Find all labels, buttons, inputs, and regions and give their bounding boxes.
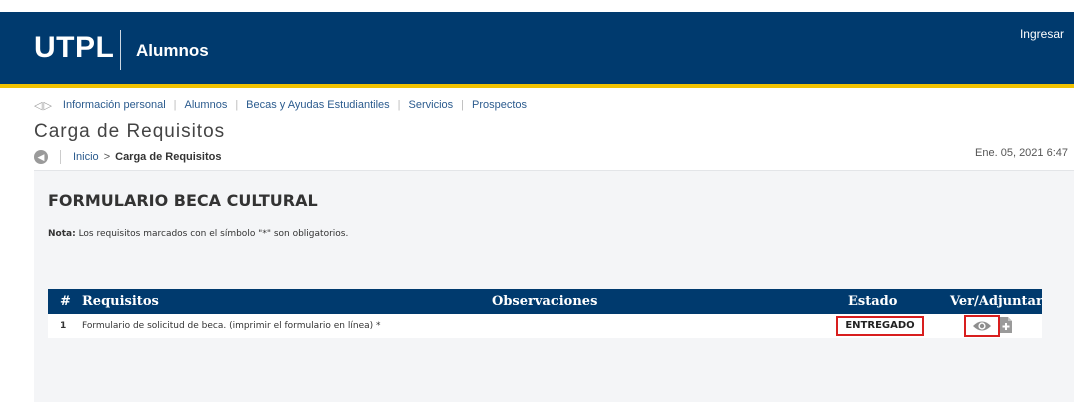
breadcrumb-home[interactable]: Inicio xyxy=(73,151,99,163)
status-badge: ENTREGADO xyxy=(836,316,924,336)
header-estado: Estado xyxy=(848,294,898,309)
note-text: Los requisitos marcados con el símbolo "… xyxy=(75,229,349,239)
view-button[interactable] xyxy=(964,315,1000,337)
top-nav: ◁▷ Información personal | Alumnos | Beca… xyxy=(34,97,527,113)
breadcrumb-divider xyxy=(60,150,61,164)
site-header: UTPL Alumnos Ingresar xyxy=(0,12,1074,88)
row-number: 1 xyxy=(60,321,67,331)
form-panel: FORMULARIO BECA CULTURAL Nota: Los requi… xyxy=(34,170,1074,402)
nav-item-prospectos[interactable]: Prospectos xyxy=(472,99,527,111)
requirements-table: # Requisitos Observaciones Estado Ver/Ad… xyxy=(48,289,1043,338)
nav-separator: | xyxy=(397,99,401,111)
attach-file-icon[interactable] xyxy=(1000,317,1012,333)
header-requisitos: Requisitos xyxy=(82,294,159,309)
breadcrumb-separator: > xyxy=(103,151,111,163)
form-title: FORMULARIO BECA CULTURAL xyxy=(48,191,318,210)
form-note: Nota: Los requisitos marcados con el sím… xyxy=(48,229,348,239)
table-header: # Requisitos Observaciones Estado Ver/Ad… xyxy=(48,289,1043,314)
row-requisito: Formulario de solicitud de beca. (imprim… xyxy=(82,321,381,331)
nav-item-informacion-personal[interactable]: Información personal xyxy=(63,99,166,111)
back-arrow-icon[interactable]: ◀ xyxy=(34,150,48,164)
header-ver-adjuntar: Ver/Adjuntar xyxy=(950,294,1043,309)
logo-subtitle: Alumnos xyxy=(136,41,209,60)
nav-item-becas[interactable]: Becas y Ayudas Estudiantiles xyxy=(246,99,390,111)
login-link[interactable]: Ingresar xyxy=(1020,27,1064,41)
nav-separator: | xyxy=(173,99,177,111)
nav-separator: | xyxy=(235,99,239,111)
nav-item-servicios[interactable]: Servicios xyxy=(409,99,454,111)
header-num: # xyxy=(60,294,71,309)
eye-icon xyxy=(973,321,991,331)
header-observaciones: Observaciones xyxy=(492,294,598,309)
nav-separator: | xyxy=(461,99,465,111)
breadcrumb-current: Carga de Requisitos xyxy=(115,151,222,163)
table-row: 1 Formulario de solicitud de beca. (impr… xyxy=(48,314,1042,338)
breadcrumb: ◀ Inicio > Carga de Requisitos xyxy=(34,148,221,166)
nav-item-alumnos[interactable]: Alumnos xyxy=(185,99,228,111)
logo-divider xyxy=(120,30,121,70)
page-title: Carga de Requisitos xyxy=(34,121,226,142)
date-time: Ene. 05, 2021 6:47 xyxy=(975,147,1068,159)
utpl-logo[interactable]: UTPL xyxy=(34,31,114,65)
note-label: Nota: xyxy=(48,229,76,239)
nav-arrows-icon[interactable]: ◁▷ xyxy=(34,99,53,112)
header-gold-bar xyxy=(0,84,1074,88)
top-strip xyxy=(0,0,1074,12)
